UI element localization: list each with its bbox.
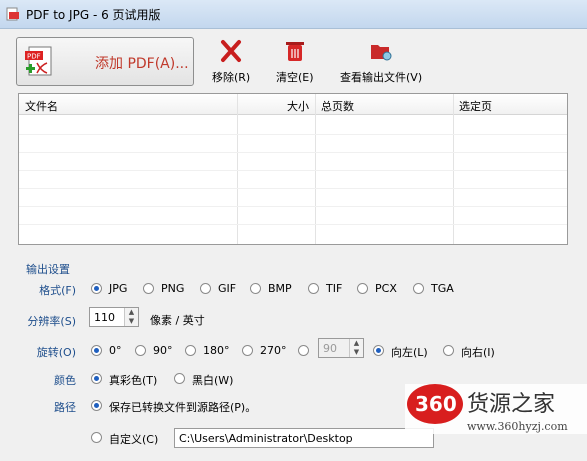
- color-truecolor-radio[interactable]: [91, 373, 102, 384]
- rotation-180-label: 180°: [203, 344, 230, 357]
- row-divider: [19, 170, 567, 171]
- trash-icon: [285, 42, 304, 61]
- rotation-label: 旋转(O): [36, 346, 76, 359]
- rotation-270-radio[interactable]: [242, 345, 253, 356]
- remove-button[interactable]: 移除(R): [212, 39, 250, 85]
- color-truecolor-label: 真彩色(T): [109, 374, 158, 387]
- rotation-270-label: 270°: [260, 344, 287, 357]
- title-bar: PDF to JPG - 6 页试用版: [0, 0, 587, 29]
- format-bmp-label: BMP: [268, 282, 292, 295]
- custom-path-value: C:\Users\Administrator\Desktop: [179, 432, 353, 445]
- column-divider: [237, 94, 238, 244]
- resolution-label: 分辨率(S): [27, 315, 76, 328]
- rotation-180-radio[interactable]: [185, 345, 196, 356]
- format-tga-radio[interactable]: [413, 283, 424, 294]
- rotation-custom-spinner: 90 ▲ ▼: [318, 338, 364, 358]
- format-gif-radio[interactable]: [200, 283, 211, 294]
- path-source-radio[interactable]: [91, 400, 102, 411]
- toolbar: PDF 添加 PDF(A)... 移除(R) 清空(E) 查看输出文件(V): [0, 29, 587, 89]
- format-tga-label: TGA: [431, 282, 454, 295]
- remove-label: 移除(R): [212, 71, 251, 84]
- row-divider: [19, 206, 567, 207]
- color-bw-radio[interactable]: [174, 373, 185, 384]
- folder-view-icon: [371, 45, 392, 61]
- watermark-url: www.360hyzj.com: [467, 420, 568, 433]
- resolution-value: 110: [94, 311, 115, 324]
- custom-path-input[interactable]: C:\Users\Administrator\Desktop: [174, 428, 434, 448]
- rotation-0-label: 0°: [109, 344, 122, 357]
- row-divider: [19, 152, 567, 153]
- row-divider: [19, 134, 567, 135]
- format-pcx-radio[interactable]: [357, 283, 368, 294]
- rotate-right-label: 向右(I): [461, 346, 495, 359]
- format-jpg-radio[interactable]: [91, 283, 102, 294]
- rotation-custom-value: 90: [323, 342, 337, 355]
- watermark: 360 货源之家 www.360hyzj.com: [405, 378, 587, 438]
- add-pdf-icon: PDF: [25, 46, 52, 76]
- rotate-right-radio[interactable]: [443, 345, 454, 356]
- column-divider: [453, 94, 454, 244]
- col-selected-pages[interactable]: 选定页: [459, 98, 492, 114]
- col-page-count[interactable]: 总页数: [321, 98, 354, 114]
- watermark-text: 货源之家: [467, 392, 555, 417]
- path-source-label: 保存已转换文件到源路径(P)。: [109, 401, 257, 414]
- format-jpg-label: JPG: [109, 282, 128, 295]
- clear-button[interactable]: 清空(E): [276, 39, 314, 85]
- path-label: 路径: [54, 401, 76, 414]
- file-list-header: 文件名 大小 总页数 选定页: [19, 94, 567, 115]
- rotate-left-label: 向左(L): [391, 346, 428, 359]
- spinner-arrows-icon[interactable]: ▲ ▼: [124, 308, 138, 326]
- view-output-button[interactable]: 查看输出文件(V): [340, 39, 422, 85]
- resolution-unit: 像素 / 英寸: [150, 314, 205, 327]
- col-size[interactable]: 大小: [287, 98, 309, 114]
- row-divider: [19, 188, 567, 189]
- format-pcx-label: PCX: [375, 282, 397, 295]
- col-filename[interactable]: 文件名: [25, 98, 58, 114]
- format-bmp-radio[interactable]: [250, 283, 261, 294]
- resolution-spinner[interactable]: 110 ▲ ▼: [89, 307, 139, 327]
- format-gif-label: GIF: [218, 282, 237, 295]
- format-png-label: PNG: [161, 282, 185, 295]
- watermark-logo: 360 货源之家 www.360hyzj.com: [405, 384, 587, 434]
- add-pdf-label: 添加 PDF(A)...: [95, 56, 189, 72]
- rotate-left-radio[interactable]: [373, 345, 384, 356]
- settings-group-title: 输出设置: [26, 263, 70, 276]
- row-divider: [19, 224, 567, 225]
- app-window: PDF to JPG - 6 页试用版 PDF 添加 PDF(A)... 移除(…: [0, 0, 587, 461]
- clear-label: 清空(E): [276, 71, 314, 84]
- format-png-radio[interactable]: [143, 283, 154, 294]
- remove-icon: [221, 40, 242, 62]
- view-output-label: 查看输出文件(V): [340, 71, 423, 84]
- app-icon: [6, 7, 19, 21]
- add-pdf-button[interactable]: PDF 添加 PDF(A)...: [16, 37, 194, 86]
- format-tif-radio[interactable]: [308, 283, 319, 294]
- rotation-custom-radio[interactable]: [298, 345, 309, 356]
- path-custom-radio[interactable]: [91, 432, 102, 443]
- format-tif-label: TIF: [326, 282, 343, 295]
- file-list[interactable]: 文件名 大小 总页数 选定页: [18, 93, 568, 245]
- path-custom-label: 自定义(C): [109, 433, 159, 446]
- window-title: PDF to JPG - 6 页试用版: [26, 8, 161, 22]
- format-label: 格式(F): [39, 284, 76, 297]
- spinner-arrows-icon: ▲ ▼: [349, 339, 363, 357]
- color-label: 颜色: [54, 374, 76, 387]
- rotation-90-radio[interactable]: [135, 345, 146, 356]
- rotation-0-radio[interactable]: [91, 345, 102, 356]
- column-divider: [315, 94, 316, 244]
- color-bw-label: 黑白(W): [192, 374, 234, 387]
- svg-text:PDF: PDF: [27, 53, 41, 61]
- rotation-90-label: 90°: [153, 344, 173, 357]
- watermark-number: 360: [415, 392, 457, 416]
